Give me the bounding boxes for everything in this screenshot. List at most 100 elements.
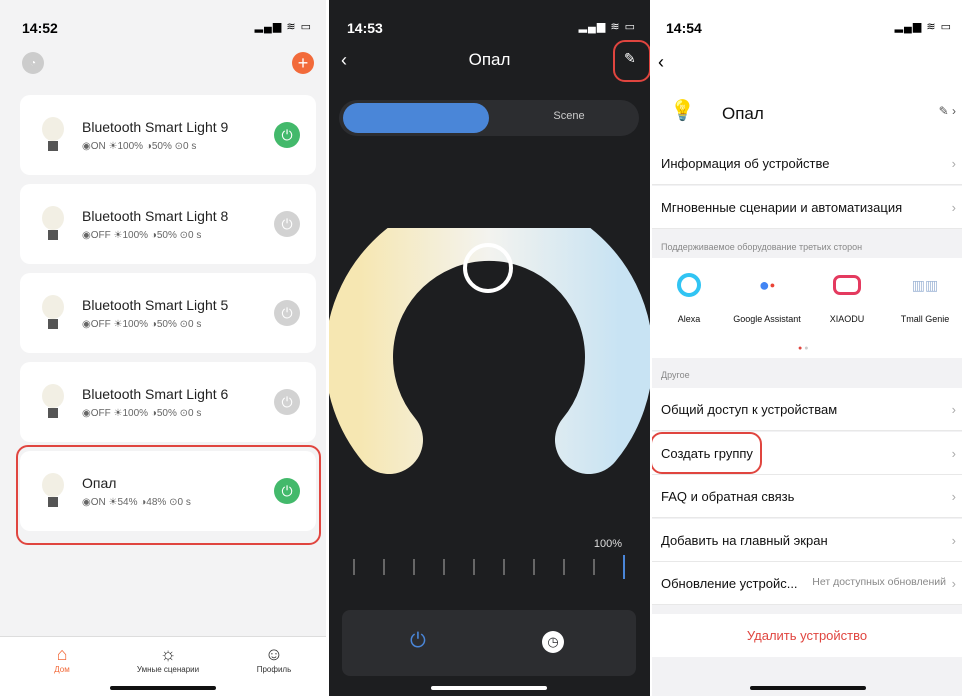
status-time: 14:53	[347, 20, 383, 36]
brightness-tick	[593, 559, 595, 575]
tab-home[interactable]: ⌂ Дом	[12, 643, 112, 674]
device-settings-screen: 14:54 ▂▄▆ ≋ ▭ ‹ 💡 Опал ✎ › Информация об…	[652, 0, 962, 696]
power-toggle-icon[interactable]: ⏻	[274, 122, 300, 148]
avatar[interactable]: ◔	[22, 52, 44, 74]
alexa-item[interactable]: Alexa	[654, 270, 724, 324]
chevron-right-icon: ›	[951, 576, 956, 591]
status-icons: ▂▄▆ ≋ ▭	[894, 21, 952, 33]
power-toggle-icon[interactable]: ⏻	[274, 389, 300, 415]
bottom-controls: ⏻ ◷	[342, 610, 636, 676]
delete-device-button[interactable]: Удалить устройство	[652, 614, 962, 657]
highlight-opal	[16, 445, 321, 545]
brightness-tick	[383, 559, 385, 575]
tab-scenes[interactable]: ☼ Умные сценарии	[118, 643, 218, 674]
brightness-slider[interactable]	[353, 555, 625, 579]
status-time: 14:54	[666, 20, 702, 36]
device-card[interactable]: Bluetooth Smart Light 8 ◉OFF ☀100% ◑50% ⊙…	[20, 184, 316, 264]
color-temp-wheel[interactable]	[329, 228, 650, 488]
device-name: Bluetooth Smart Light 6	[82, 386, 229, 402]
tab-profile[interactable]: ☺ Профиль	[224, 643, 324, 674]
row-label: Информация об устройстве	[661, 156, 830, 171]
status-icons: ▂▄▆ ≋ ▭	[578, 21, 636, 33]
device-status: ◉OFF ☀100% ◑50% ⊙0 s	[82, 408, 202, 419]
assistant-label: Alexa	[677, 314, 701, 324]
highlight-create-group	[652, 432, 762, 474]
device-status: ◉ON ☀100% ◑50% ⊙0 s	[82, 141, 197, 152]
profile-icon: ☺	[264, 644, 284, 664]
page-title: Опал	[468, 50, 511, 69]
brightness-tick	[503, 559, 505, 575]
device-card[interactable]: Bluetooth Smart Light 9 ◉ON ☀100% ◑50% ⊙0…	[20, 95, 316, 175]
add-device-button[interactable]: +	[292, 52, 314, 74]
row-label: FAQ и обратная связь	[661, 489, 795, 504]
chevron-right-icon: ›	[951, 445, 956, 461]
google-assistant-icon: ● ●	[758, 274, 776, 295]
device-status: ◉OFF ☀100% ◑50% ⊙0 s	[82, 230, 202, 241]
assistant-label: Tmall Genie	[900, 314, 950, 324]
tmall-genie-item[interactable]: ▥▥ Tmall Genie	[890, 270, 960, 325]
device-name: Bluetooth Smart Light 5	[82, 297, 229, 313]
brightness-value: 100%	[593, 538, 622, 550]
timer-button[interactable]: ◷	[542, 631, 564, 653]
device-list-screen: 14:52 ▂▄▆ ≋ ▭ ◔ + Bluetooth Smart Light …	[0, 0, 326, 696]
brightness-tick	[533, 559, 535, 575]
tab-label: Профиль	[256, 665, 292, 674]
tmall-genie-icon: ▥▥	[911, 276, 939, 293]
tab-white[interactable]	[343, 103, 489, 133]
chevron-right-icon: ›	[951, 156, 956, 171]
chevron-right-icon: ›	[951, 402, 956, 417]
device-card[interactable]: Bluetooth Smart Light 5 ◉OFF ☀100% ◑50% ⊙…	[20, 273, 316, 353]
brightness-tick	[353, 559, 355, 575]
settings-row[interactable]: FAQ и обратная связь ›	[652, 475, 962, 518]
brightness-tick	[413, 559, 415, 575]
tab-label: Дом	[54, 665, 70, 674]
settings-row[interactable]: Добавить на главный экран ›	[652, 518, 962, 562]
xiaodu-item[interactable]: XIAODU	[812, 270, 882, 324]
google-assistant-item[interactable]: ● ● Google Assistant	[732, 270, 802, 325]
assistant-label: XIAODU	[829, 314, 865, 324]
bulb-icon	[40, 295, 66, 333]
brightness-tick	[443, 559, 445, 575]
device-name: Bluetooth Smart Light 9	[82, 119, 229, 135]
other-header: Другое	[661, 370, 690, 380]
chevron-right-icon: ›	[951, 489, 956, 504]
bulb-icon: 💡	[670, 100, 695, 122]
mode-tabs: Scene	[339, 100, 639, 136]
highlight-edit	[613, 40, 650, 82]
page-dots: ● ●	[798, 345, 809, 352]
light-control-screen: 14:53 ▂▄▆ ≋ ▭ ‹ Опал ✎ Scene 100% ⏻ ◷	[329, 0, 650, 696]
third-party-header: Поддерживаемое оборудование третьих стор…	[661, 242, 863, 252]
assistant-label: Google Assistant	[733, 314, 801, 324]
power-toggle-icon[interactable]: ⏻	[274, 211, 300, 237]
bulb-icon	[40, 117, 66, 155]
status-icons: ▂▄▆ ≋ ▭	[254, 21, 312, 33]
chevron-right-icon: ›	[951, 199, 956, 215]
settings-row[interactable]: Мгновенные сценарии и автоматизация ›	[652, 185, 962, 229]
status-time: 14:52	[22, 20, 58, 36]
device-card[interactable]: Bluetooth Smart Light 6 ◉OFF ☀100% ◑50% ⊙…	[20, 362, 316, 442]
brightness-tick	[563, 559, 565, 575]
settings-row[interactable]: Общий доступ к устройствам ›	[652, 388, 962, 431]
alexa-icon	[674, 270, 704, 300]
chevron-right-icon: ›	[951, 532, 956, 548]
home-indicator	[110, 686, 216, 690]
brightness-tick	[473, 559, 475, 575]
tab-label: Умные сценарии	[136, 665, 200, 674]
home-icon: ⌂	[56, 644, 68, 664]
xiaodu-icon	[832, 270, 862, 300]
row-label: Мгновенные сценарии и автоматизация	[661, 199, 903, 215]
row-label: Добавить на главный экран	[661, 532, 828, 548]
settings-row[interactable]: Информация об устройстве ›	[652, 142, 962, 185]
home-indicator	[431, 686, 547, 690]
device-name: Опал	[722, 104, 764, 123]
row-label: Общий доступ к устройствам	[661, 402, 838, 417]
tab-scene[interactable]: Scene	[499, 110, 639, 122]
edit-name-icon[interactable]: ✎ ›	[939, 104, 956, 118]
update-value: Нет доступных обновлений	[812, 576, 946, 588]
power-button[interactable]: ⏻	[410, 630, 426, 653]
row-label: Обновление устройс...	[661, 576, 798, 591]
back-icon[interactable]: ‹	[658, 52, 664, 73]
home-indicator	[750, 686, 866, 690]
tab-bar: ⌂ Дом ☼ Умные сценарии ☺ Профиль	[0, 636, 326, 696]
power-toggle-icon[interactable]: ⏻	[274, 300, 300, 326]
